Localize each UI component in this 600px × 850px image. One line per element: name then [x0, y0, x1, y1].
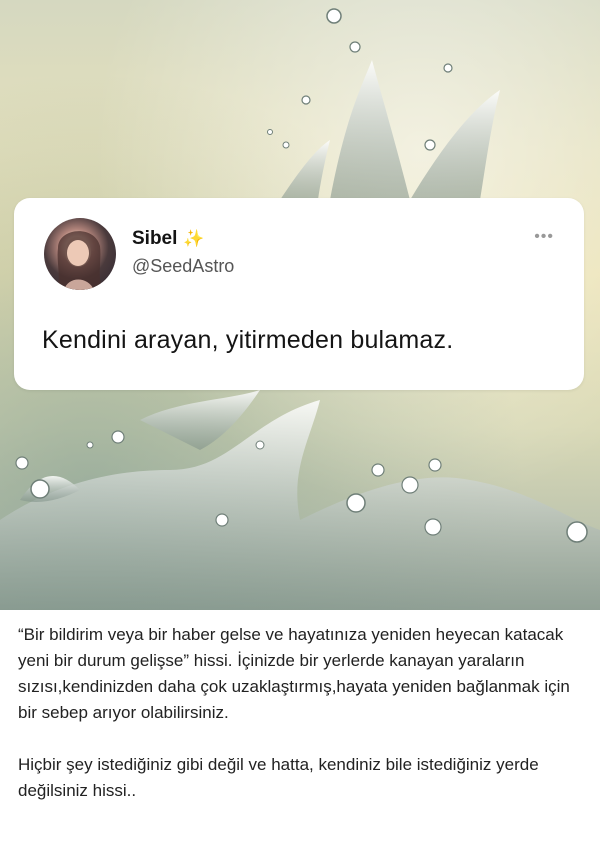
author-name[interactable]: Sibel ✨: [132, 228, 205, 250]
sparkle-icon: ✨: [183, 229, 205, 248]
author-handle[interactable]: @SeedAstro: [132, 256, 234, 277]
author-name-label[interactable]: Sibel: [132, 228, 177, 250]
caption-text: “Bir bildirim veya bir haber gelse ve ha…: [18, 622, 584, 830]
tweet-card[interactable]: Sibel ✨ @SeedAstro ••• Kendini arayan, y…: [14, 198, 584, 390]
avatar[interactable]: [44, 218, 116, 290]
more-options-icon[interactable]: •••: [534, 228, 554, 246]
water-splash-background: Sibel ✨ @SeedAstro ••• Kendini arayan, y…: [0, 0, 600, 610]
caption-paragraph-1: “Bir bildirim veya bir haber gelse ve ha…: [18, 625, 570, 722]
tweet-text: Kendini arayan, yitirmeden bulamaz.: [42, 326, 454, 354]
caption-paragraph-2: Hiçbir şey istediğiniz gibi değil ve hat…: [18, 755, 539, 800]
